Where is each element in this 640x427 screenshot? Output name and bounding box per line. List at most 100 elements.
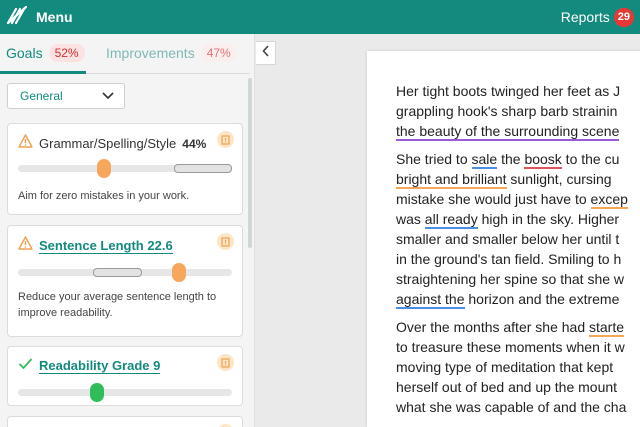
tab-improvements-label: Improvements [106,45,195,61]
reports-count-badge: 29 [613,7,634,27]
document-line: Her tight boots twinged her feet as J [396,81,640,101]
text-span: straightening her spine so that she w [396,271,625,287]
document-text[interactable]: Her tight boots twinged her feet as J gra… [396,81,640,425]
document-line: in the ground's tan field. Smiling to h [396,249,640,269]
category-select-value: General [20,89,63,103]
score-slider-knob[interactable] [90,383,105,402]
goal-card-partial[interactable] [7,416,243,427]
card-title-link[interactable]: Readability Grade 9 [39,358,161,374]
card-title-text: Sentence Length [39,237,144,253]
text-span: She tried to [396,151,472,167]
text-span: Over the months after she had [396,319,589,335]
document-line: to treasure these moments when it w [396,337,640,357]
text-span: smaller and smaller below her until t [396,231,620,247]
card-title-row: Sentence Length 22.6 [18,236,173,255]
reports-label: Reports [560,9,610,25]
category-select[interactable]: General [7,83,125,109]
sidebar: Goals 52% Improvements 47% General Gramm… [0,34,255,427]
card-description: Reduce your average sentence length to i… [18,289,216,321]
text-span: high in the sky. Higher [477,211,620,227]
text-span: what she was capable of and the cha [396,399,627,415]
flagged-phrase[interactable]: boosk [524,151,562,169]
flagged-phrase[interactable]: all ready [424,211,478,229]
feather-logo-icon [6,5,30,30]
flagged-phrase[interactable]: against the [396,291,465,309]
card-title-row: Readability Grade 9 [18,357,161,375]
goal-card-grammar[interactable]: Grammar/Spelling/Style 44% Aim for zero … [7,123,243,215]
document-line: grappling hook's sharp barb strainin [396,101,640,121]
text-span: was [396,211,425,227]
card-title-text: Readability Grade [39,358,150,373]
document-paragraph[interactable]: She tried to sale the boosk to the cu bri… [396,149,640,309]
text-span: grappling hook's sharp barb strainin [396,103,618,119]
flag-icon[interactable] [217,131,234,148]
flag-icon[interactable] [217,233,234,250]
document-line: what she was capable of and the cha [396,397,640,417]
text-span: mistake she would just have to [396,191,591,207]
card-score: 9 [153,358,161,373]
score-track [18,383,232,402]
warning-triangle-icon [18,236,33,255]
goal-card-readability[interactable]: Readability Grade 9 [7,346,243,406]
card-score: 44% [182,136,207,151]
sidebar-scrollbar[interactable] [248,78,252,248]
check-icon [18,357,33,375]
document-line: against the horizon and the extreme [396,289,640,309]
document-paragraph[interactable]: Over the months after she had starte to t… [396,317,640,417]
tab-improvements[interactable]: Improvements 47% [106,44,237,62]
document-line: the beauty of the surrounding scene [396,121,640,141]
flagged-phrase[interactable]: starte [589,319,625,337]
document-paragraph[interactable]: Her tight boots twinged her feet as J gra… [396,81,640,141]
flagged-phrase[interactable]: bright and brilliant [396,171,507,189]
collapse-sidebar-button[interactable] [256,41,276,65]
card-title-row: Grammar/Spelling/Style 44% [18,134,206,153]
card-description: Aim for zero mistakes in your work. [18,190,190,202]
score-slider-knob[interactable] [171,263,186,282]
document-line: mistake she would just have to excep [396,189,640,209]
document-line: Over the months after she had starte [396,317,640,337]
document-line: straightening her spine so that she w [396,269,640,289]
score-track [18,159,232,178]
card-title-link[interactable]: Sentence Length 22.6 [39,238,173,254]
document-line: smaller and smaller below her until t [396,229,640,249]
card-score: 22.6 [147,237,173,253]
document-line: was all ready high in the sky. Higher [396,209,640,229]
goal-card-sentence-length[interactable]: Sentence Length 22.6 Reduce your average… [7,225,243,337]
flag-icon[interactable] [217,354,234,371]
text-span: the [497,151,525,167]
chevron-left-icon [261,44,270,62]
card-description-line: Reduce your average sentence length to [18,291,217,303]
score-track [18,263,232,282]
score-slider-knob[interactable] [96,159,111,178]
text-span: to the cu [561,151,620,167]
tab-goals[interactable]: Goals 52% [6,44,85,62]
chevron-down-icon [102,87,114,105]
tab-goals-label: Goals [6,45,43,61]
active-tab-indicator [0,71,86,74]
flagged-phrase[interactable]: sale [471,151,498,169]
text-span: Her tight boots twinged her feet as J [396,83,621,99]
text-span: sunlight, cursing [506,171,612,187]
flagged-phrase[interactable]: excep [590,191,628,209]
document-line: bright and brilliant sunlight, cursing [396,169,640,189]
text-span: to treasure these moments when it w [396,339,625,355]
menu-label: Menu [36,9,73,25]
document-line: She tried to sale the boosk to the cu [396,149,640,169]
goals-score-badge: 52% [48,44,85,62]
card-title: Grammar/Spelling/Style [39,136,177,151]
warning-triangle-icon [18,134,33,153]
document-line: moving type of meditation that kept [396,357,640,377]
document-page[interactable]: Her tight boots twinged her feet as J gra… [367,51,640,427]
target-range [174,164,232,173]
menu-button[interactable]: Menu [6,0,73,34]
improvements-score-badge: 47% [200,44,237,62]
tab-bar: Goals 52% Improvements 47% [0,34,250,74]
reports-button[interactable]: Reports 29 [561,0,634,34]
top-bar: Menu Reports 29 [0,0,640,34]
text-span: horizon and the extreme [464,291,620,307]
target-range [92,268,143,277]
flagged-phrase[interactable]: the beauty of the surrounding scene [396,123,620,141]
text-span: herself out of bed and up the mount [396,379,618,395]
text-span: in the ground's tan field. Smiling to h [396,251,622,267]
text-span: moving type of meditation that kept [396,359,614,375]
